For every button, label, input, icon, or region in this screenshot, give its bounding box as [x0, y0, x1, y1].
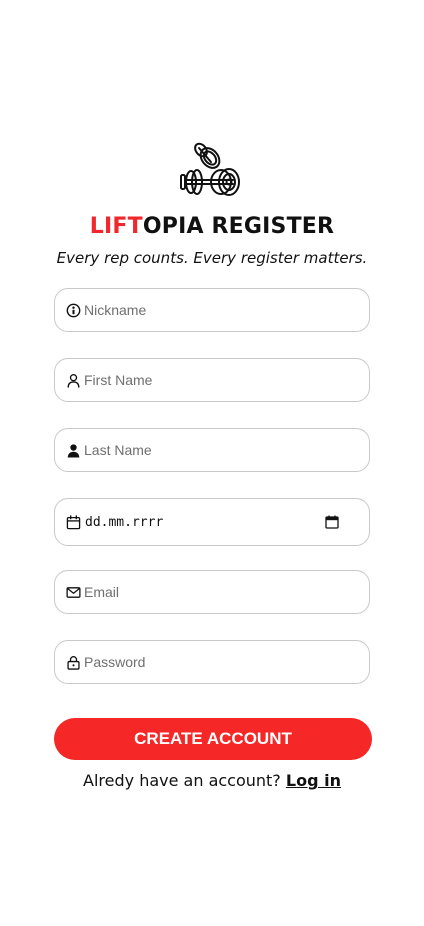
mail-icon — [66, 587, 81, 598]
id-icon — [66, 303, 81, 318]
title-rest: OPIA REGISTER — [142, 214, 335, 239]
user-outline-icon — [67, 374, 80, 388]
login-prompt-row: Alredy have an account? Log in — [0, 771, 424, 790]
birth-date-value[interactable]: dd.mm.rrrr — [85, 515, 163, 530]
nickname-input[interactable] — [84, 289, 354, 331]
title-accent: LIFT — [89, 214, 143, 239]
nickname-field[interactable] — [54, 288, 370, 332]
page-subtitle: Every rep counts. Every register matters… — [56, 249, 368, 267]
first-name-field[interactable] — [54, 358, 370, 402]
last-name-input[interactable] — [84, 429, 354, 471]
birth-date-field[interactable]: dd.mm.rrrr — [54, 498, 370, 546]
last-name-field[interactable] — [54, 428, 370, 472]
page-title: LIFTOPIA REGISTER — [0, 214, 424, 239]
password-input[interactable] — [84, 641, 354, 683]
user-filled-icon — [67, 444, 80, 458]
dumbbell-icon — [180, 142, 240, 196]
login-prompt-text: Alredy have an account? — [83, 771, 281, 790]
email-field[interactable] — [54, 570, 370, 614]
calendar-icon — [66, 515, 81, 530]
email-input[interactable] — [84, 571, 354, 613]
lock-icon — [67, 656, 80, 670]
login-link[interactable]: Log in — [286, 771, 341, 790]
password-field[interactable] — [54, 640, 370, 684]
first-name-input[interactable] — [84, 359, 354, 401]
create-account-button[interactable]: CREATE ACCOUNT — [54, 718, 372, 760]
date-picker-icon[interactable] — [325, 515, 339, 529]
